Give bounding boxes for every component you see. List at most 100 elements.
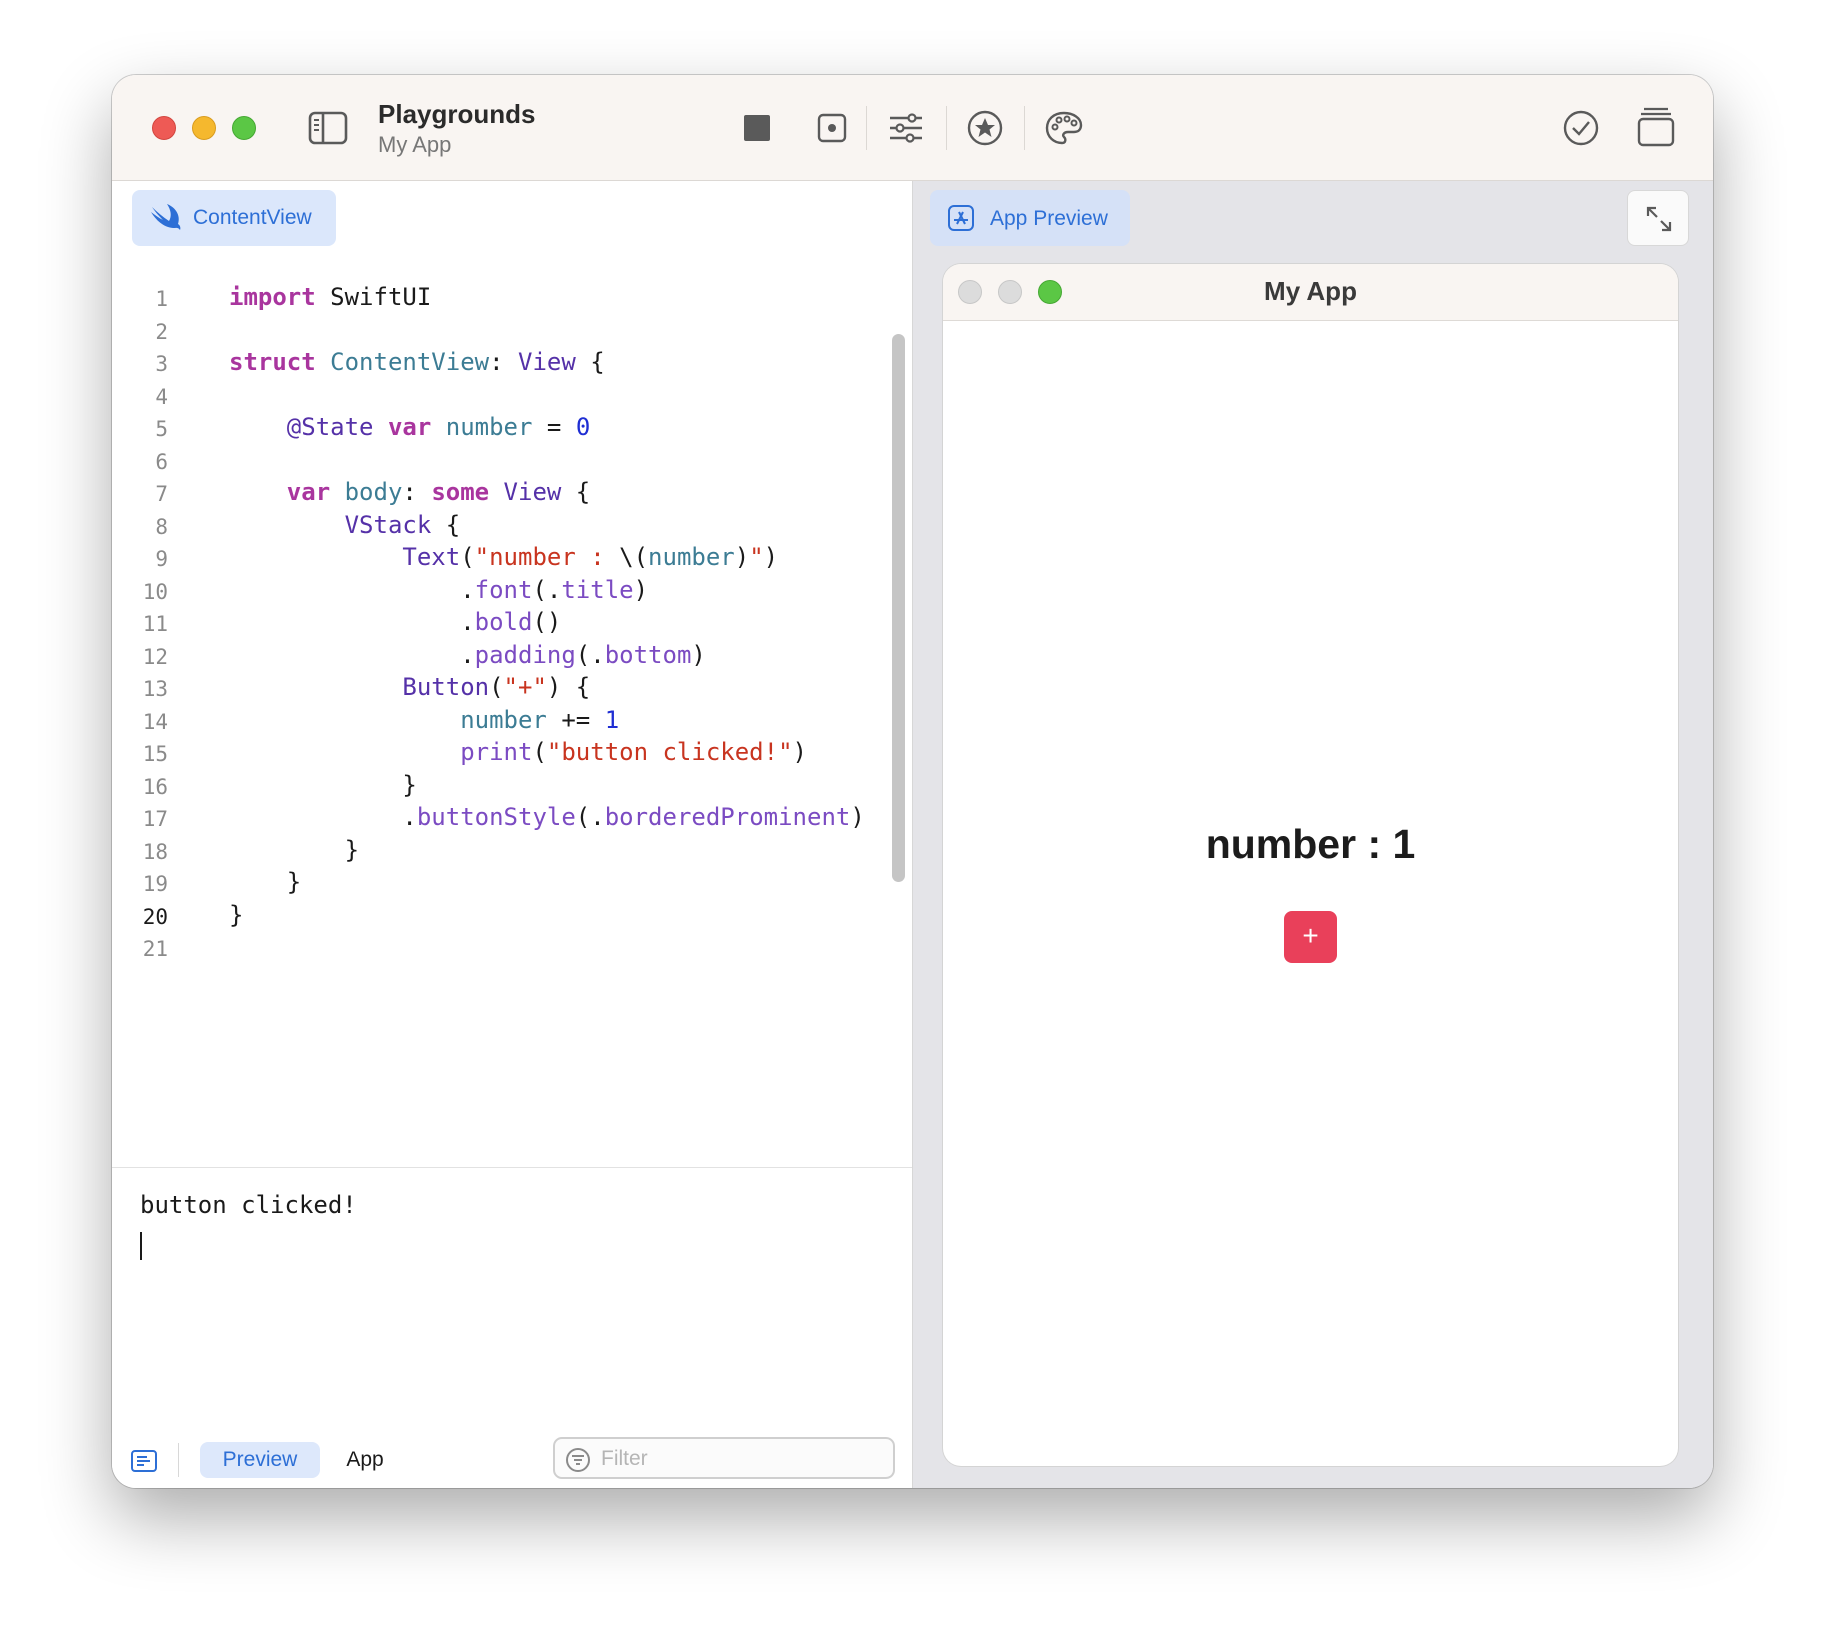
code-token: ) [763,543,779,571]
code-token: 0 [575,413,591,441]
toolbar-separator [1024,106,1025,150]
code-editor[interactable]: 1 import SwiftUI 2 3 struct ContentView:… [112,281,892,971]
filter-field[interactable]: Filter [553,1437,895,1479]
console-caret [140,1232,142,1260]
code-token: VStack [344,511,432,539]
preview-app-window: My App number : 1 + [943,264,1678,1466]
line-number: 10 [142,580,168,604]
code-token: () [532,608,562,636]
app-store-icon [948,205,974,231]
preview-window-title: My App [1264,276,1357,306]
code-token: import [229,283,316,311]
console-toggle-icon[interactable] [130,1449,158,1473]
bottom-bar-separator [178,1443,179,1477]
checkmark-circle-icon[interactable] [1562,109,1600,147]
line-number: 18 [142,840,168,864]
code-token: padding [474,641,576,669]
code-token: ) [850,803,865,831]
line-number: 5 [155,417,168,441]
code-token: font [474,576,533,604]
code-token: " [749,543,764,571]
line-number: 11 [142,612,168,636]
zoom-window-button[interactable] [232,116,256,140]
code-token: ( [460,543,475,571]
line-number: 6 [155,450,168,474]
line-number: 4 [155,385,168,409]
sliders-icon[interactable] [888,113,924,143]
app-preview-tab[interactable]: App Preview [930,190,1130,246]
sidebar-toggle-icon[interactable] [308,111,348,145]
editor-pane: ContentView 1 import SwiftUI 2 3 struct … [112,181,912,1488]
palette-icon[interactable] [1044,110,1084,146]
line-number: 19 [142,872,168,896]
code-token: : [402,478,432,506]
line-number: 9 [155,547,168,571]
preview-segment-button[interactable]: Preview [200,1442,320,1478]
code-token: bold [474,608,533,636]
toolbar-separator [866,106,867,150]
line-number: 16 [142,775,168,799]
window-stack-icon[interactable] [1637,106,1675,148]
code-token: ) [691,641,706,669]
expand-arrows-icon [1646,206,1672,232]
file-tab-label: ContentView [193,206,312,229]
record-icon[interactable] [817,113,847,143]
code-token: (. [575,641,605,669]
code-token: . [402,803,417,831]
code-token: { [561,478,591,506]
close-window-button[interactable] [152,116,176,140]
console-output: button clicked! [140,1191,357,1219]
code-token: 1 [604,706,620,734]
plus-button[interactable]: + [1284,911,1337,963]
code-token: SwiftUI [315,283,432,311]
code-token: } [229,901,244,929]
code-token: Text [402,543,461,571]
toolbar: Playgrounds My App [112,75,1713,181]
code-token: += [546,706,605,734]
editor-scrollbar[interactable] [892,334,905,882]
code-token: ) { [546,673,591,701]
line-number: 13 [142,677,168,701]
code-token: number [648,543,735,571]
code-token: number [431,413,533,441]
line-number-current: 20 [142,905,168,929]
number-label: number : 1 [1205,821,1416,867]
line-number: 12 [142,645,168,669]
code-token: : [489,348,518,376]
line-number: 2 [155,320,168,344]
code-token: ) [734,543,750,571]
minimize-window-button[interactable] [192,116,216,140]
code-token: . [460,608,475,636]
code-token: var [286,478,331,506]
line-number: 7 [155,482,168,506]
code-token: View [518,348,576,376]
code-token: "number : [474,543,620,571]
filter-icon [566,1448,590,1472]
code-token: } [344,836,360,864]
code-token: @State [286,413,374,441]
code-token: } [286,868,302,896]
expand-preview-button[interactable] [1627,190,1689,246]
file-tab-contentview[interactable]: ContentView [132,190,336,246]
line-number: 17 [142,807,168,831]
code-line: 21 [112,931,892,969]
code-token: var [373,413,432,441]
code-token: body [330,478,403,506]
app-segment-button[interactable]: App [330,1442,400,1478]
line-number: 15 [142,742,168,766]
star-badge-icon[interactable] [967,110,1003,146]
code-token: bottom [604,641,692,669]
code-token: some [431,478,490,506]
code-token: \( [619,543,649,571]
code-token: struct [229,348,316,376]
line-number: 21 [142,937,168,961]
code-token: ContentView [315,348,490,376]
code-token: Button [402,673,490,701]
app-title: Playgrounds [378,99,536,129]
stop-icon[interactable] [742,113,772,143]
line-number: 3 [155,352,168,376]
code-token: ) [792,738,807,766]
code-token: "+" [503,673,547,701]
code-token: { [431,511,461,539]
app-preview-tab-label: App Preview [990,207,1108,230]
